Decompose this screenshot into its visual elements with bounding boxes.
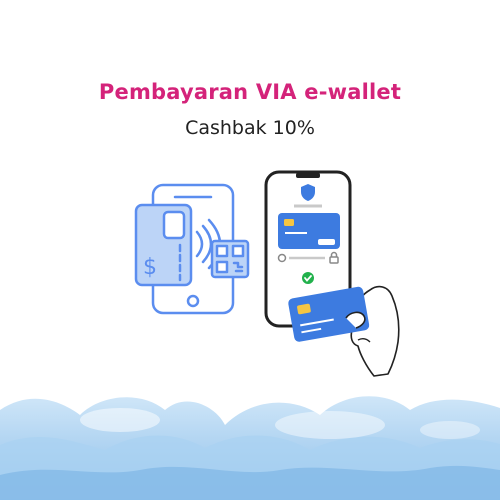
cloud-decoration <box>0 396 500 500</box>
checkmark-icon <box>302 272 314 284</box>
svg-text:$: $ <box>143 255 157 280</box>
hand-holding-card-icon <box>288 285 400 377</box>
payment-phone-icon: $ <box>134 183 250 315</box>
qr-code-icon <box>210 239 250 279</box>
